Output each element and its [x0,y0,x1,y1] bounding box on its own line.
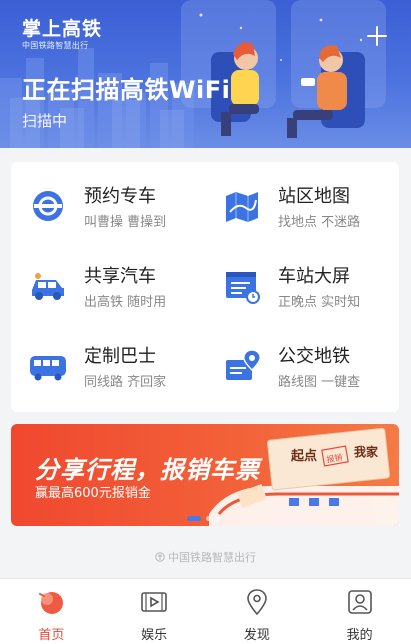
service-title: 预约专车 [84,186,156,207]
service-title: 共享汽车 [84,266,156,287]
tab-label: 我的 [346,628,373,643]
transit-icon [226,349,261,380]
carousel-dot-active[interactable] [187,516,201,521]
service-title: 站区地图 [278,186,350,207]
service-subtitle: 正晚点 实时知 [278,295,361,310]
service-title: 车站大屏 [278,266,350,287]
car-service-icon [33,191,63,221]
wifi-scan-title: 正在扫描高铁WiFi [22,76,231,104]
bottom-tab-bar: 首页 娱乐 发现 我的 [0,578,411,644]
service-title: 定制巴士 [84,346,156,367]
service-title: 公交地铁 [278,346,350,367]
footer-brand: 中国铁路智慧出行 [0,549,411,565]
map-icon [226,192,258,222]
tab-label: 发现 [243,628,270,643]
bus-icon [30,356,66,381]
railway-logo-icon [155,552,165,562]
tab-entertainment[interactable]: 娱乐 [103,579,206,644]
carousel-indicator [187,516,221,521]
tab-label: 娱乐 [141,628,168,643]
tab-home[interactable]: 首页 [0,579,103,644]
station-screen-icon [226,272,260,304]
shared-car-icon [32,273,64,300]
service-subtitle: 出高铁 随时用 [84,295,167,310]
services-card: 预约专车 叫曹操 曹操到 站区地图 找地点 不迷路 共享汽车 出高铁 随时用 车… [11,162,399,412]
service-subtitle: 同线路 齐回家 [84,375,167,390]
service-item-ride-booking[interactable]: 预约专车 叫曹操 曹操到 [11,176,201,232]
tab-label: 首页 [38,628,65,643]
tab-discover[interactable]: 发现 [206,579,309,644]
promo-banner[interactable]: 起点 报销 我家 分享行程，报销车票 赢最高600元报销金 [11,424,399,526]
logo-title: 掌上高铁 [22,18,103,40]
ticket-end-label: 我家 [354,444,379,459]
ticket-start-label: 起点 [290,448,317,464]
logo-subtitle: 中国铁路智慧出行 [22,41,89,50]
location-pin-icon [247,589,267,616]
service-item-custom-bus[interactable]: 定制巴士 同线路 齐回家 [11,336,201,392]
tab-profile[interactable]: 我的 [308,579,411,644]
home-icon [39,592,64,614]
service-item-shared-car[interactable]: 共享汽车 出高铁 随时用 [11,256,201,312]
footer-brand-text: 中国铁路智慧出行 [168,551,256,564]
banner-subtitle: 赢最高600元报销金 [35,486,151,501]
service-subtitle: 找地点 不迷路 [278,215,361,230]
service-item-station-map[interactable]: 站区地图 找地点 不迷路 [205,176,395,232]
user-profile-icon [347,590,372,614]
scan-header: 掌上高铁 中国铁路智慧出行 正在扫描高铁WiFi 扫描中 [0,0,411,148]
service-item-station-screen[interactable]: 车站大屏 正晚点 实时知 [205,256,395,312]
service-subtitle: 路线图 一键查 [278,375,361,390]
video-icon [141,592,167,612]
wifi-scan-status: 扫描中 [22,112,68,130]
service-subtitle: 叫曹操 曹操到 [84,215,167,230]
add-icon[interactable] [365,24,389,48]
banner-title: 分享行程，报销车票 [35,456,260,484]
carousel-dot[interactable] [216,516,221,521]
carousel-dot[interactable] [206,516,211,521]
service-item-transit[interactable]: 公交地铁 路线图 一键查 [205,336,395,392]
app-logo: 掌上高铁 中国铁路智慧出行 [22,18,102,51]
